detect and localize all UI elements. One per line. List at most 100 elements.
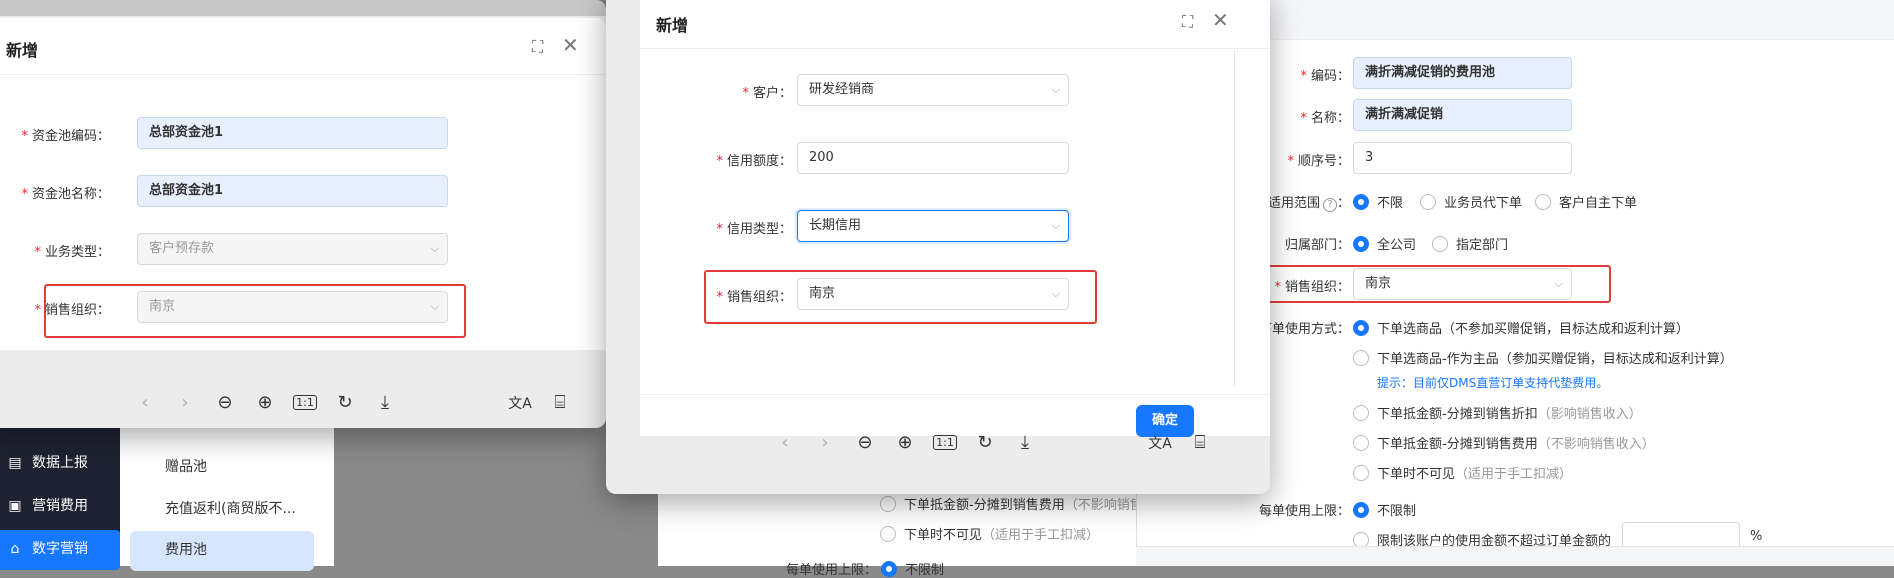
sidebar-item-marketing-expense[interactable]: ▣ 营销费用: [0, 487, 120, 525]
radio[interactable]: [880, 525, 896, 542]
radio[interactable]: [1432, 235, 1448, 252]
radio[interactable]: [1353, 193, 1369, 210]
bg-limit-row: 每单使用上限： 不限制: [786, 558, 944, 578]
actual-size-icon[interactable]: 1:1: [285, 395, 325, 410]
rotate-icon[interactable]: ↻: [965, 432, 1005, 453]
order-label: * 顺序号：: [1287, 154, 1350, 169]
zoom-out-icon[interactable]: ⊖: [845, 432, 885, 453]
radio[interactable]: [880, 495, 896, 512]
sidebar-item-data-report[interactable]: ▤ 数据上报: [0, 444, 120, 482]
radio[interactable]: [881, 560, 898, 577]
translate-icon[interactable]: 文A: [1140, 433, 1180, 453]
expense-icon: ▣: [8, 498, 22, 514]
usage-option[interactable]: 下单时不可见（适用于手工扣减）: [1353, 462, 1572, 482]
close-icon[interactable]: ✕: [1212, 10, 1229, 30]
customer-label: * 客户：: [742, 86, 792, 101]
scan-text-icon[interactable]: ⌸: [540, 392, 580, 413]
pool-code-field[interactable]: 总部资金池1: [137, 117, 448, 149]
translate-icon[interactable]: 文A: [500, 393, 540, 413]
radio[interactable]: [1353, 501, 1369, 518]
dialog-2-title: 新增: [656, 16, 689, 35]
close-icon[interactable]: ✕: [562, 35, 579, 55]
code-field[interactable]: 满折满减促销的费用池: [1353, 57, 1572, 89]
radio[interactable]: [1420, 193, 1436, 210]
highlight-box: [44, 284, 466, 338]
pool-name-field[interactable]: 总部资金池1: [137, 175, 448, 207]
limit-option-none[interactable]: 不限制: [1353, 499, 1416, 519]
customer-select[interactable]: 研发经销商 ⌵: [797, 74, 1069, 106]
scan-text-icon[interactable]: ⌸: [1180, 432, 1220, 453]
code-label: * 编码：: [1300, 69, 1350, 84]
scope-option-customer[interactable]: 客户自主下单: [1535, 191, 1637, 211]
radio[interactable]: [1353, 319, 1369, 336]
dept-option-specific[interactable]: 指定部门: [1432, 233, 1508, 253]
zoom-in-icon[interactable]: ⊕: [885, 432, 925, 453]
name-field[interactable]: 满折满减促销: [1353, 99, 1572, 131]
bg-usage-option[interactable]: 下单时不可见（适用于手工扣减）: [880, 523, 1099, 543]
panel-footer: [1136, 546, 1894, 566]
sidebar-item-label: 数字营销: [32, 541, 88, 557]
submenu-item-expense-pool[interactable]: 费用池: [130, 531, 314, 571]
radio[interactable]: [1353, 235, 1369, 252]
radio[interactable]: [1353, 434, 1369, 451]
scope-option-unlimited[interactable]: 不限: [1353, 191, 1403, 211]
chevron-down-icon: ⌵: [1051, 219, 1060, 232]
divider: [640, 48, 1270, 49]
download-icon[interactable]: ⤓: [365, 392, 405, 413]
pool-name-label: * 资金池名称：: [21, 187, 110, 202]
dialog-1-title: 新增: [6, 41, 39, 60]
viewer-toolbar: ‹ › ⊖ ⊕ 1:1 ↻ ⤓: [765, 432, 1045, 453]
prev-icon[interactable]: ‹: [125, 392, 165, 413]
usage-option[interactable]: 下单选商品（不参加买赠促销，目标达成和返利计算）: [1353, 317, 1689, 337]
expand-icon[interactable]: ⛶: [532, 37, 543, 57]
credit-limit-field[interactable]: 200: [797, 142, 1069, 174]
sidebar-item-label: 营销费用: [32, 498, 88, 514]
divider: [0, 74, 606, 75]
usage-option[interactable]: 下单抵金额-分摊到销售费用（不影响销售收入）: [1353, 432, 1655, 452]
viewer-toolbar: ‹ › ⊖ ⊕ 1:1 ↻ ⤓: [125, 392, 405, 413]
store-icon: ⌂: [10, 541, 20, 557]
dept-option-company[interactable]: 全公司: [1353, 233, 1416, 253]
expand-icon[interactable]: ⛶: [1182, 12, 1193, 32]
pool-code-label: * 资金池编码：: [21, 129, 110, 144]
viewer-toolbar-right: 文A ⌸: [500, 392, 580, 413]
submenu-item-recharge-rebate[interactable]: 充值返利(商贸版不...: [130, 490, 314, 528]
scrollbar[interactable]: [1234, 50, 1235, 386]
biz-type-select[interactable]: 客户预存款 ⌵: [137, 233, 448, 265]
radio[interactable]: [1353, 349, 1369, 366]
dialog-1: 新增 ⛶ ✕ * 资金池编码： 总部资金池1 * 资金池名称： 总部资金池1 * 业务…: [0, 0, 606, 428]
next-icon[interactable]: ›: [165, 392, 205, 413]
rotate-icon[interactable]: ↻: [325, 392, 365, 413]
usage-option[interactable]: 下单选商品-作为主品（参加买赠促销，目标达成和返利计算）: [1353, 347, 1733, 367]
highlight-box: [704, 270, 1097, 324]
submenu-item-gift-pool[interactable]: 赠品池: [130, 448, 314, 486]
percent-unit: %: [1750, 529, 1763, 544]
help-icon[interactable]: ?: [1322, 198, 1337, 212]
radio[interactable]: [1353, 404, 1369, 421]
usage-hint: 提示：目前仅DMS直营订单支持代垫费用。: [1377, 376, 1609, 390]
chevron-down-icon: ⌵: [1051, 83, 1060, 96]
actual-size-icon[interactable]: 1:1: [925, 435, 965, 450]
credit-limit-label: * 信用额度：: [716, 154, 792, 169]
radio[interactable]: [1353, 464, 1369, 481]
radio[interactable]: [1535, 193, 1551, 210]
next-icon[interactable]: ›: [805, 432, 845, 453]
report-icon: ▤: [8, 455, 22, 471]
usage-option[interactable]: 下单抵金额-分摊到销售折扣（影响销售收入）: [1353, 402, 1642, 422]
prev-icon[interactable]: ‹: [765, 432, 805, 453]
download-icon[interactable]: ⤓: [1005, 432, 1045, 453]
credit-type-select[interactable]: 长期信用 ⌵: [797, 210, 1069, 242]
zoom-in-icon[interactable]: ⊕: [245, 392, 285, 413]
zoom-out-icon[interactable]: ⊖: [205, 392, 245, 413]
order-field[interactable]: 3: [1353, 142, 1572, 174]
bg-usage-option[interactable]: 下单抵金额-分摊到销售费用（不影响销售: [880, 493, 1143, 513]
dialog-1-top-strip: [0, 0, 606, 16]
sidebar-item-digital-marketing[interactable]: ⌂ 数字营销: [0, 530, 120, 570]
biz-type-label: * 业务类型：: [34, 245, 110, 260]
viewer-toolbar-right: 文A ⌸: [1140, 432, 1220, 453]
highlight-box: [1262, 265, 1611, 303]
dialog-2-footer-divider: [640, 394, 1270, 395]
scope-option-salesman[interactable]: 业务员代下单: [1420, 191, 1522, 211]
name-label: * 名称：: [1300, 111, 1350, 126]
sidebar-item-label: 数据上报: [32, 455, 88, 471]
